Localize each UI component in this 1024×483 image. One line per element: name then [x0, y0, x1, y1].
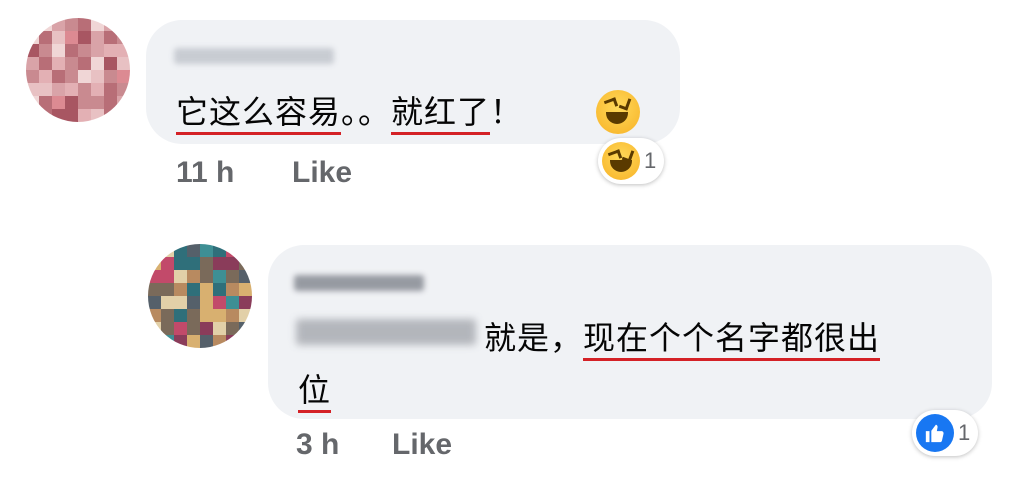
underlined-text: 它这么容易 — [176, 93, 342, 135]
comment-text-segment: 就是， — [484, 319, 584, 357]
like-button[interactable]: Like — [392, 428, 452, 462]
comment-text: 就是，现在个个名字都很出 — [484, 313, 881, 361]
reaction-count: 1 — [958, 420, 971, 445]
comment-bubble: 它这么容易。。就红了！ — [146, 20, 680, 144]
underlined-text: 就红了 — [391, 93, 491, 135]
thumbs-up-icon — [925, 424, 944, 443]
comment-timestamp[interactable]: 3 h — [296, 428, 339, 462]
comment-text-segment: ！ — [490, 93, 524, 131]
haha-reaction-icon — [602, 142, 640, 180]
reaction-summary[interactable]: 1 — [598, 138, 665, 184]
avatar[interactable] — [26, 18, 130, 122]
author-name-blurred[interactable] — [294, 275, 424, 291]
comment-bubble: 就是，现在个个名字都很出 位 — [268, 245, 992, 419]
comment-text: 位 — [298, 365, 332, 413]
like-reaction-icon — [916, 414, 954, 452]
reaction-summary[interactable]: 1 — [912, 410, 979, 456]
comment-text-segment: 。。 — [341, 93, 392, 131]
comment-timestamp[interactable]: 11 h — [176, 156, 234, 190]
mention-tag-blurred[interactable] — [296, 319, 476, 345]
comment-text: 它这么容易。。就红了！ — [176, 87, 524, 135]
like-button[interactable]: Like — [292, 156, 352, 190]
laughing-emoji-icon — [596, 90, 640, 134]
author-name-blurred[interactable] — [174, 48, 334, 64]
reaction-count: 1 — [644, 148, 657, 173]
underlined-text: 现在个个名字都很出 — [583, 319, 881, 361]
avatar[interactable] — [148, 244, 252, 348]
underlined-text: 位 — [298, 371, 332, 413]
